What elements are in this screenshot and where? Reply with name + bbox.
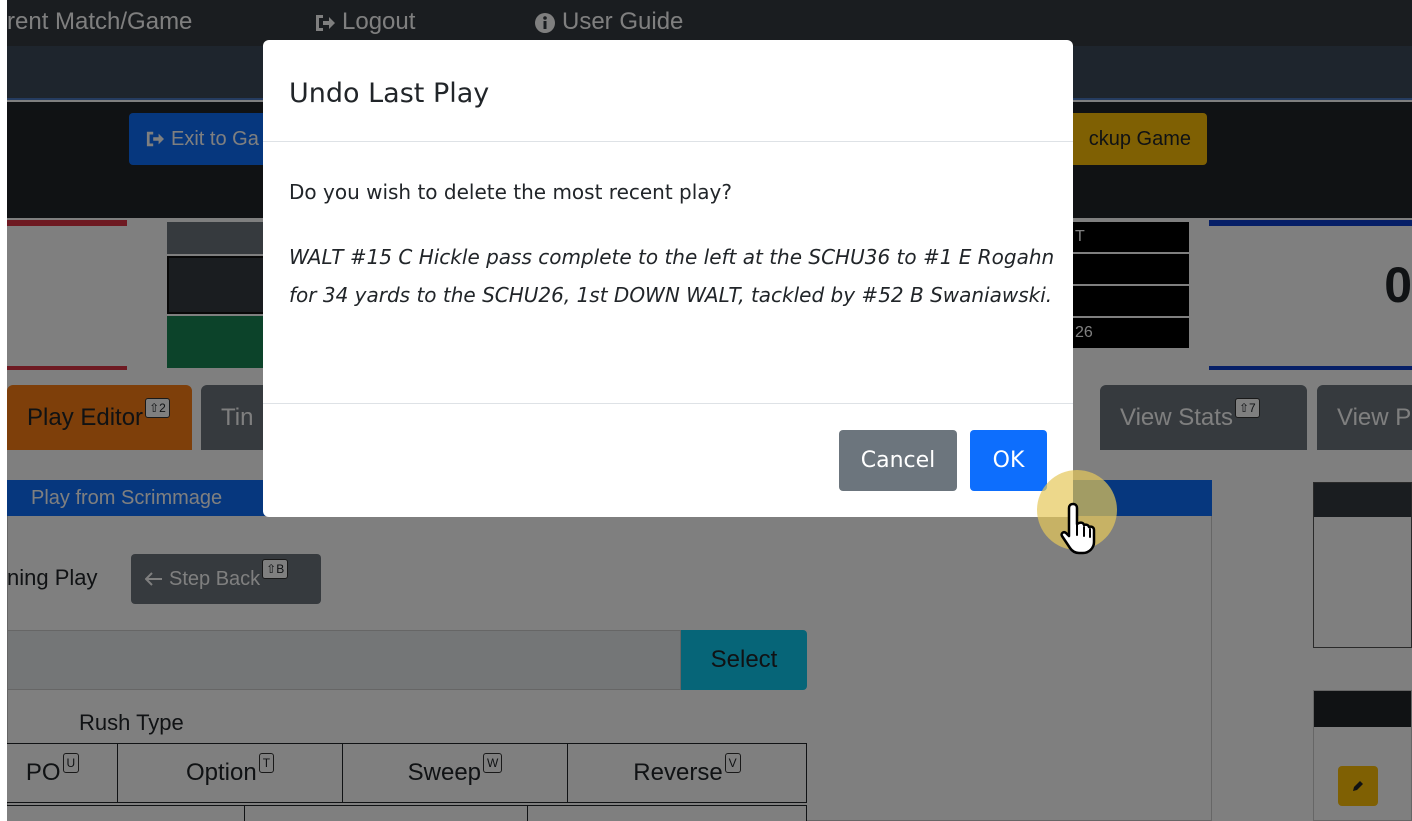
- pointer-hand-icon: [1060, 502, 1096, 555]
- play-description: WALT #15 C Hickle pass complete to the l…: [289, 245, 1055, 307]
- modal-header: Undo Last Play: [263, 40, 1073, 142]
- app-window: rent Match/Game Logout User Guide Exit t…: [7, 0, 1412, 821]
- cancel-button[interactable]: Cancel: [839, 430, 957, 491]
- ok-label: OK: [992, 448, 1025, 473]
- modal-title: Undo Last Play: [289, 78, 490, 109]
- ok-button[interactable]: OK: [970, 430, 1047, 491]
- undo-last-play-dialog: Undo Last Play Do you wish to delete the…: [263, 40, 1073, 517]
- modal-question: Do you wish to delete the most recent pl…: [289, 180, 733, 204]
- cancel-label: Cancel: [860, 448, 936, 473]
